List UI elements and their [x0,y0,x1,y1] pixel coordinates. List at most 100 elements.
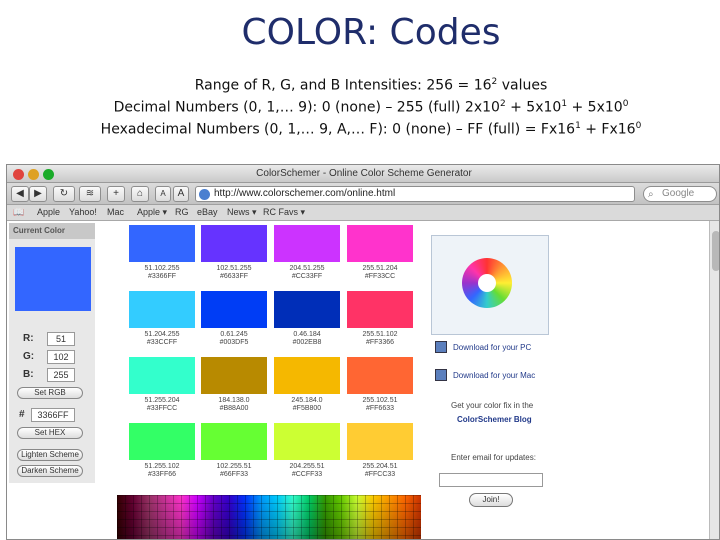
text-smaller-icon: A [160,189,166,198]
current-color-panel: Current Color R: 51 G: 102 B: 255 Set RG… [9,223,95,483]
join-button[interactable]: Join! [469,493,513,507]
reload-button[interactable]: ↻ [53,186,75,202]
swatch-rgb-label: 255.51.204 [362,265,398,272]
swatch-hex-label: #002EB8 [292,339,322,346]
color-swatch[interactable] [274,225,340,262]
back-button[interactable]: ◀ [11,186,29,202]
download-pc-link[interactable]: Download for your PC [453,343,531,352]
site-favicon-icon [199,189,210,200]
set-rgb-button[interactable]: Set RGB [17,387,83,399]
color-swatch[interactable] [201,357,267,394]
swatch-hex-label: #6633FF [219,273,249,280]
swatch-hex-label: #FFCC33 [364,471,396,478]
forward-button[interactable]: ▶ [29,186,47,202]
color-swatch[interactable] [347,357,413,394]
color-swatch[interactable] [347,291,413,328]
snapback-button[interactable]: ≋ [79,186,101,202]
swatch-rgb-label: 51.255.204 [144,397,180,404]
bookmark-item[interactable]: eBay [197,207,218,217]
page-content: Current Color R: 51 G: 102 B: 255 Set RG… [7,221,719,539]
bookmark-item[interactable]: Mac [107,207,124,217]
color-swatch[interactable] [347,423,413,460]
color-swatch[interactable] [201,291,267,328]
email-input[interactable] [439,473,543,487]
back-arrow-icon: ◀ [16,188,24,199]
bookmark-item[interactable]: Apple ▾ [137,207,167,218]
blog-promo-text: Get your color fix in the [451,401,534,410]
set-hex-button[interactable]: Set HEX [17,427,83,439]
subtitle-line-1: Range of R, G, and B Intensities: 256 = … [194,77,548,94]
color-swatch[interactable] [201,423,267,460]
scrollbar-thumb[interactable] [712,231,719,271]
swatch-hex-label: #F5B800 [292,405,322,412]
swatch-hex-label: #66FF33 [219,471,249,478]
color-swatch[interactable] [129,423,195,460]
bookmark-item[interactable]: News ▾ [227,207,257,218]
swatch-rgb-label: 184.138.0 [218,397,250,404]
browser-window: ColorSchemer - Online Color Scheme Gener… [6,164,720,540]
swatch-hex-label: #003DF5 [219,339,249,346]
color-swatch[interactable] [129,357,195,394]
bookmark-item[interactable]: RC Favs ▾ [263,207,305,218]
swatch-hex-label: #FF3366 [365,339,395,346]
color-wheel-icon [462,258,512,308]
g-label: G: [23,351,35,362]
current-color-header: Current Color [9,223,95,239]
search-icon: ⌕ [648,189,654,200]
swatch-rgb-label: 102.51.255 [216,265,252,272]
b-label: B: [23,369,34,380]
reload-icon: ↻ [59,188,69,199]
mac-download-icon [435,369,447,381]
blog-link[interactable]: ColorSchemer Blog [457,415,532,424]
home-icon: ⌂ [136,188,144,199]
swatch-rgb-label: 51.255.102 [144,463,180,470]
search-field[interactable]: ⌕ Google [643,186,717,202]
text-bigger-icon: A [177,188,185,199]
swatch-hex-label: #CCFF33 [291,471,323,478]
app-screenshot-thumbnail [431,235,549,335]
color-swatch[interactable] [129,291,195,328]
hex-input[interactable]: 3366FF [31,408,75,422]
g-input[interactable]: 102 [47,350,75,364]
color-swatch[interactable] [347,225,413,262]
download-mac-link[interactable]: Download for your Mac [453,371,535,380]
bookmark-item[interactable]: Yahoo! [69,207,97,217]
swatch-rgb-label: 255.51.102 [362,331,398,338]
swatch-hex-label: #33FF66 [147,471,177,478]
color-swatch[interactable] [201,225,267,262]
swatch-hex-label: #CC33FF [291,273,323,280]
home-button[interactable]: ⌂ [131,186,149,202]
text-bigger-button[interactable]: A [173,186,189,202]
darken-scheme-button[interactable]: Darken Scheme [17,465,83,477]
forward-arrow-icon: ▶ [34,188,42,199]
slide-title: COLOR: Codes [241,12,501,53]
swatch-rgb-label: 255.204.51 [362,463,398,470]
address-bar[interactable]: http://www.colorschemer.com/online.html [195,186,635,202]
color-palette-picker[interactable] [117,495,421,539]
vertical-scrollbar[interactable] [709,221,719,539]
swatch-hex-label: #FF6633 [365,405,395,412]
color-swatch[interactable] [274,357,340,394]
lighten-scheme-button[interactable]: Lighten Scheme [17,449,83,461]
hex-hash-label: # [19,409,25,420]
swatch-rgb-label: 204.255.51 [289,463,325,470]
bookmarks-book-icon[interactable]: 📖 [13,207,24,218]
windows-download-icon [435,341,447,353]
subtitle-line-2: Decimal Numbers (0, 1,… 9): 0 (none) – 2… [113,99,629,116]
bookmark-item[interactable]: RG [175,207,189,217]
window-titlebar: ColorSchemer - Online Color Scheme Gener… [7,165,719,183]
text-smaller-button[interactable]: A [155,186,171,202]
swatch-rgb-label: 51.204.255 [144,331,180,338]
add-bookmark-button[interactable]: + [107,186,125,202]
swatch-hex-label: #33CCFF [146,339,178,346]
b-input[interactable]: 255 [47,368,75,382]
r-input[interactable]: 51 [47,332,75,346]
color-swatch[interactable] [274,423,340,460]
color-swatch[interactable] [129,225,195,262]
color-swatch[interactable] [274,291,340,328]
swatch-rgb-label: 0.46.184 [293,331,321,338]
bookmark-item[interactable]: Apple [37,207,60,217]
swatch-hex-label: #3366FF [147,273,177,280]
subtitle-line-3: Hexadecimal Numbers (0, 1,… 9, A,… F): 0… [100,121,642,138]
swatch-rgb-label: 102.255.51 [216,463,252,470]
